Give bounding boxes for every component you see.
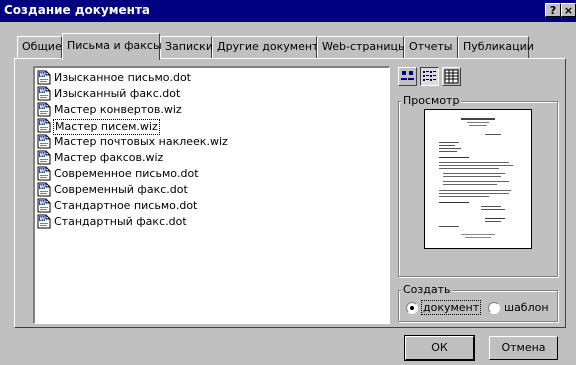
tab-label: Отчеты bbox=[409, 40, 453, 53]
template-item-label: Изысканный факс.dot bbox=[54, 87, 181, 100]
create-label: Создать bbox=[401, 283, 453, 296]
template-item-label: Стандартный факс.dot bbox=[54, 215, 187, 228]
template-radio-text: шаблон bbox=[504, 301, 549, 314]
tab-label: Записки bbox=[165, 40, 213, 53]
template-item-label: Стандартное письмо.dot bbox=[54, 199, 198, 212]
svg-text:W: W bbox=[40, 169, 46, 175]
radio-dot bbox=[410, 306, 414, 310]
large-icons-view-icon bbox=[401, 71, 414, 80]
tab-letters-faxes[interactable]: Письма и факсы bbox=[62, 33, 162, 60]
tab-web-pages[interactable]: Web-страницы bbox=[317, 36, 407, 58]
preview-thumbnail bbox=[424, 109, 532, 249]
tab-label: Публикации bbox=[463, 40, 534, 53]
ok-button[interactable]: ОК bbox=[404, 335, 475, 361]
tab-label: Письма и факсы bbox=[67, 39, 162, 52]
word-template-icon: W bbox=[37, 70, 51, 85]
list-view-button[interactable] bbox=[420, 67, 439, 86]
template-radio[interactable] bbox=[488, 302, 500, 314]
document-radio-text: документ bbox=[423, 301, 480, 314]
large-icons-view-button[interactable] bbox=[398, 67, 417, 86]
word-template-icon: W bbox=[37, 182, 51, 197]
list-view-icon bbox=[423, 71, 436, 81]
details-view-button[interactable] bbox=[442, 67, 461, 86]
svg-text:W: W bbox=[40, 105, 46, 111]
word-template-icon: W bbox=[37, 166, 51, 181]
close-button[interactable]: × bbox=[561, 3, 576, 17]
details-view-icon bbox=[444, 69, 459, 84]
tab-label: Общие bbox=[22, 40, 62, 53]
svg-text:W: W bbox=[40, 137, 46, 143]
word-template-icon: W bbox=[37, 86, 51, 101]
template-radio-label[interactable]: шаблон bbox=[504, 301, 549, 314]
document-radio-label[interactable]: документ bbox=[421, 300, 482, 315]
svg-text:W: W bbox=[40, 89, 46, 95]
svg-text:W: W bbox=[40, 201, 46, 207]
word-template-icon: W bbox=[37, 198, 51, 213]
preview-label: Просмотр bbox=[401, 94, 462, 107]
word-wizard-icon: W bbox=[37, 134, 51, 149]
svg-text:W: W bbox=[40, 185, 46, 191]
svg-text:W: W bbox=[40, 73, 46, 79]
tab-other-documents[interactable]: Другие документы bbox=[212, 36, 327, 58]
template-item-label: Современное письмо.dot bbox=[54, 167, 199, 180]
word-wizard-icon: W bbox=[37, 118, 51, 133]
tab-label: Другие документы bbox=[217, 40, 328, 53]
template-item-label: Мастер почтовых наклеек.wiz bbox=[54, 135, 228, 148]
word-wizard-icon: W bbox=[37, 150, 51, 165]
template-item-label: Мастер конвертов.wiz bbox=[54, 103, 182, 116]
tab-memos[interactable]: Записки bbox=[160, 36, 213, 58]
cancel-button[interactable]: Отмена bbox=[489, 336, 558, 360]
word-template-icon: W bbox=[37, 214, 51, 229]
svg-text:W: W bbox=[40, 217, 46, 223]
svg-text:W: W bbox=[40, 153, 46, 159]
template-item-label: Современный факс.dot bbox=[54, 183, 188, 196]
help-button[interactable]: ? bbox=[545, 3, 561, 17]
letter-preview-image bbox=[439, 118, 513, 238]
title-bar: Создание документа ? × bbox=[0, 0, 576, 22]
template-list[interactable]: W Изысканное письмо.dot W Изысканный факс.d… bbox=[33, 66, 390, 324]
template-item-label: Мастер факсов.wiz bbox=[54, 151, 164, 164]
tab-publications[interactable]: Публикации bbox=[458, 36, 534, 58]
tab-label: Web-страницы bbox=[322, 40, 407, 53]
word-wizard-icon: W bbox=[37, 102, 51, 117]
template-item-label: Мастер писем.wiz bbox=[53, 119, 160, 135]
tab-reports[interactable]: Отчеты bbox=[404, 36, 458, 58]
document-radio[interactable] bbox=[406, 302, 418, 314]
svg-text:W: W bbox=[40, 121, 46, 127]
window-title: Создание документа bbox=[4, 3, 151, 17]
tab-general[interactable]: Общие bbox=[17, 36, 62, 58]
template-item-label: Изысканное письмо.dot bbox=[54, 71, 191, 84]
